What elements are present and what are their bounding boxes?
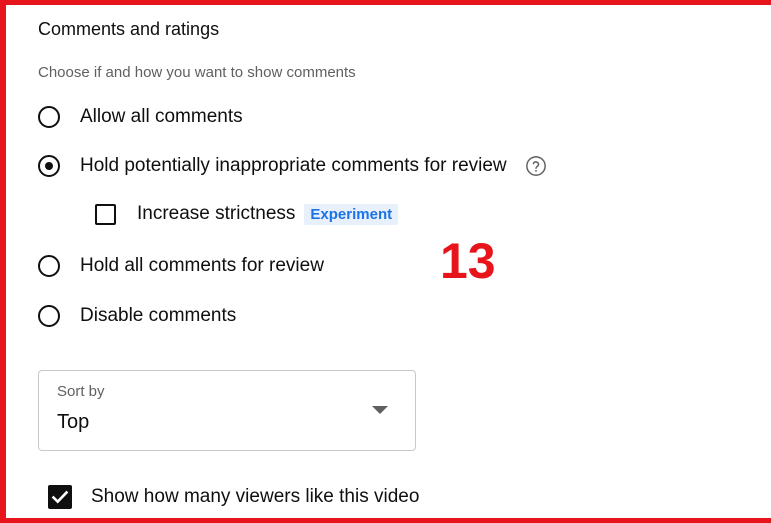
question-circle-icon[interactable] xyxy=(525,155,547,177)
sort-by-value: Top xyxy=(57,411,90,433)
section-subtitle: Choose if and how you want to show comme… xyxy=(38,64,356,81)
dropdown-triangle-icon xyxy=(372,406,388,414)
experiment-badge: Experiment xyxy=(304,203,399,225)
radio-option-hold-inappropriate[interactable]: Hold potentially inappropriate comments … xyxy=(38,155,547,177)
increase-strictness-checkbox[interactable] xyxy=(95,203,116,225)
radio-button[interactable] xyxy=(38,106,60,128)
radio-label: Hold potentially inappropriate comments … xyxy=(80,155,507,176)
sort-by-dropdown[interactable]: Sort by Top xyxy=(38,370,416,451)
radio-option-hold-all[interactable]: Hold all comments for review xyxy=(38,255,324,277)
radio-option-allow-all[interactable]: Allow all comments xyxy=(38,106,243,128)
section-title: Comments and ratings xyxy=(38,19,220,39)
increase-strictness-option[interactable]: Increase strictness Experiment xyxy=(95,203,399,225)
annotation-number: 13 xyxy=(440,233,496,289)
checkmark-icon xyxy=(51,490,69,504)
increase-strictness-label: Increase strictness xyxy=(137,203,296,224)
sort-by-label: Sort by xyxy=(57,383,105,400)
radio-button[interactable] xyxy=(38,255,60,277)
radio-label: Allow all comments xyxy=(80,106,243,127)
radio-option-disable[interactable]: Disable comments xyxy=(38,305,236,327)
radio-label: Hold all comments for review xyxy=(80,255,324,276)
show-likes-label: Show how many viewers like this video xyxy=(91,486,420,507)
radio-button[interactable] xyxy=(38,305,60,327)
radio-button-selected[interactable] xyxy=(38,155,60,177)
show-likes-option[interactable]: Show how many viewers like this video xyxy=(48,485,419,509)
radio-label: Disable comments xyxy=(80,305,237,326)
show-likes-checkbox[interactable] xyxy=(48,485,72,509)
